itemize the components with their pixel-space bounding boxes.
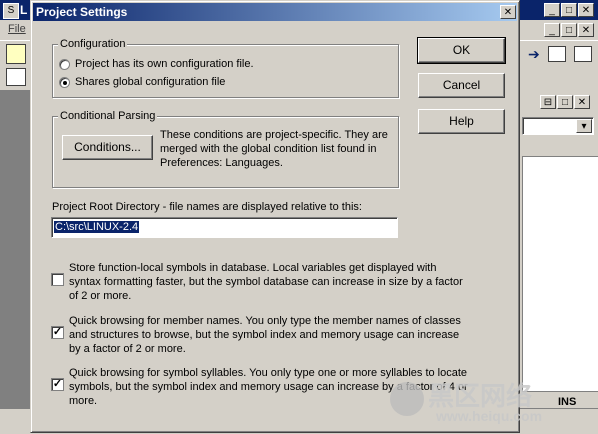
panel-close-icon[interactable]: ✕	[574, 95, 590, 109]
help-button[interactable]: Help	[418, 109, 505, 134]
panel-max-icon[interactable]: □	[557, 95, 573, 109]
list-icon[interactable]	[548, 46, 566, 62]
arrow-right-icon[interactable]: ➔	[528, 46, 540, 63]
quick-member-browse-checkbox[interactable]: ✓	[51, 326, 64, 339]
conditions-button[interactable]: Conditions...	[62, 135, 153, 160]
status-ins: INS	[558, 396, 577, 408]
maximize-icon[interactable]: □	[561, 3, 577, 17]
panel-float-icon[interactable]: ⊟	[540, 95, 556, 109]
ok-button[interactable]: OK	[417, 37, 506, 64]
watermark-url: www.heiqu.com	[436, 408, 543, 424]
doc-restore-icon[interactable]: □	[561, 23, 577, 37]
store-local-symbols-checkbox[interactable]	[51, 273, 64, 286]
root-dir-label: Project Root Directory - file names are …	[52, 201, 362, 213]
menu-file[interactable]: File	[8, 23, 26, 35]
radio-global-config-label[interactable]: Shares global configuration file	[75, 75, 225, 89]
root-dir-value[interactable]: C:\src\LINUX-2.4	[54, 220, 140, 234]
radio-global-config[interactable]	[59, 77, 70, 88]
list-icon-2[interactable]	[574, 46, 592, 62]
configuration-group	[52, 44, 399, 98]
panel-list[interactable]	[522, 156, 598, 392]
left-strip	[0, 90, 30, 420]
conditional-parsing-label: Conditional Parsing	[58, 110, 158, 122]
radio-own-config-label[interactable]: Project has its own configuration file.	[75, 57, 254, 71]
new-file-icon[interactable]	[6, 44, 26, 64]
quick-syllable-browse-checkbox[interactable]: ✓	[51, 378, 64, 391]
doc-close-icon[interactable]: ✕	[578, 23, 594, 37]
dialog-close-icon[interactable]: ✕	[500, 5, 516, 19]
conditions-description: These conditions are project-specific. T…	[160, 129, 388, 169]
grid-icon[interactable]	[6, 68, 26, 86]
store-local-symbols-text: Store function-local symbols in database…	[69, 262, 463, 302]
close-icon[interactable]: ✕	[578, 3, 594, 17]
app-icon: S	[3, 3, 19, 19]
dialog-title: Project Settings	[36, 5, 128, 19]
minimize-icon[interactable]: _	[544, 3, 560, 17]
doc-minimize-icon[interactable]: _	[544, 23, 560, 37]
configuration-label: Configuration	[58, 38, 128, 50]
cancel-button[interactable]: Cancel	[418, 73, 505, 98]
app-title: L	[20, 3, 28, 17]
watermark-logo-icon	[390, 382, 424, 416]
radio-own-config[interactable]	[59, 59, 70, 70]
quick-member-browse-text: Quick browsing for member names. You onl…	[69, 315, 461, 355]
chevron-down-icon[interactable]: ▾	[576, 119, 592, 133]
